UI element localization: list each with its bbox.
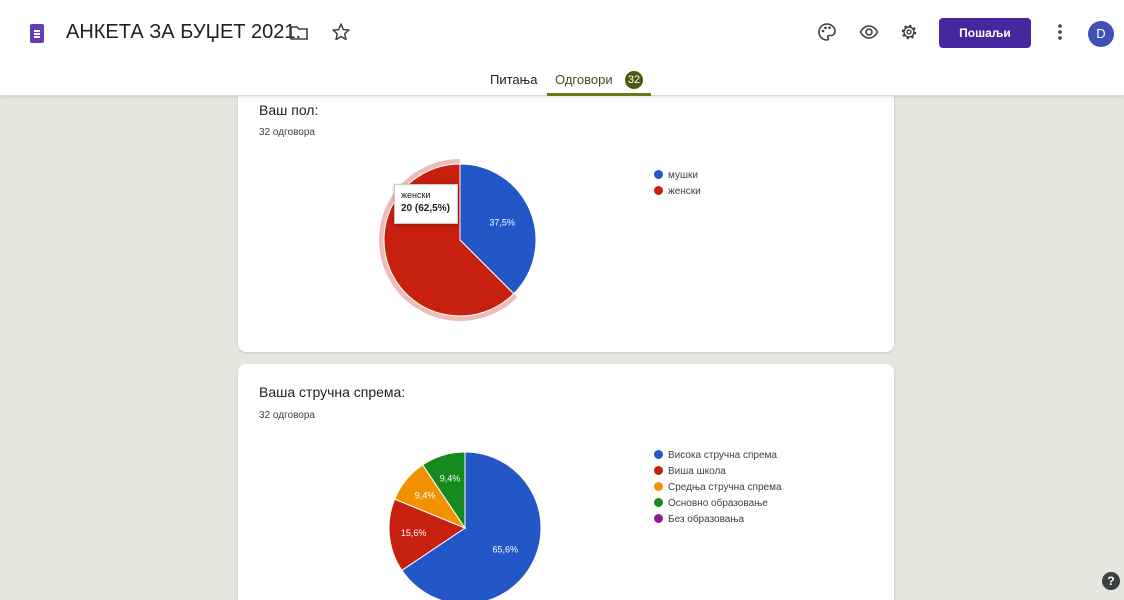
form-title[interactable]: АНКЕТА ЗА БУЏЕТ 2021. (66, 21, 301, 44)
account-avatar[interactable]: D (1088, 21, 1114, 47)
folder-icon[interactable] (290, 26, 308, 40)
help-icon[interactable]: ? (1102, 572, 1120, 590)
tab-responses-label: Одговори (555, 72, 613, 87)
tooltip-value: 20 (62,5%) (401, 203, 450, 214)
question-card-education: Ваша стручна спрема: 32 одговора 65,6% 15… (238, 364, 894, 600)
app-header: АНКЕТА ЗА БУЏЕТ 2021. Пошаљи D Питања Од… (0, 0, 1124, 96)
tab-questions[interactable]: Питања (490, 64, 537, 96)
education-pie-chart[interactable]: 65,6% 15,6% 9,4% 9,4% (383, 446, 553, 600)
legend-swatch (654, 170, 663, 179)
question-title: Ваш пол: (259, 102, 319, 118)
legend-item: женски (654, 186, 701, 202)
legend-swatch (654, 498, 663, 507)
legend-swatch (654, 186, 663, 195)
legend-swatch (654, 466, 663, 475)
legend-label: Без образовања (668, 514, 745, 525)
legend-swatch (654, 514, 663, 523)
pie-value-label: 37,5% (489, 218, 515, 228)
response-count: 32 одговора (259, 127, 315, 138)
palette-icon[interactable] (817, 22, 837, 42)
legend-label: Висока стручна спрема (668, 450, 777, 461)
pie-value-label: 65,6% (492, 544, 518, 554)
legend-item: Средња стручна спрема (654, 482, 782, 498)
legend-item: Основно образовање (654, 498, 782, 514)
settings-gear-icon[interactable] (899, 22, 919, 42)
send-button[interactable]: Пошаљи (939, 18, 1031, 48)
legend-item: мушки (654, 170, 701, 186)
tooltip-label: женски (401, 190, 431, 200)
pie-value-label: 9,4% (440, 474, 461, 484)
chart-tooltip: женски 20 (62,5%) (394, 184, 458, 224)
responses-count-badge: 32 (625, 71, 643, 89)
legend-item: Виша школа (654, 466, 782, 482)
pie-value-label: 9,4% (415, 490, 436, 500)
legend-item: Висока стручна спрема (654, 450, 782, 466)
top-bar: АНКЕТА ЗА БУЏЕТ 2021. Пошаљи D (0, 0, 1124, 64)
legend-label: мушки (668, 170, 698, 181)
tab-responses[interactable]: Одговори 32 (547, 64, 651, 96)
legend-swatch (654, 450, 663, 459)
legend-label: Виша школа (668, 466, 726, 477)
question-card-gender: Ваш пол: 32 одговора 37,5% мушки женски ж… (238, 84, 894, 352)
legend-label: женски (668, 186, 701, 197)
star-icon[interactable] (331, 22, 351, 42)
preview-eye-icon[interactable] (859, 22, 879, 42)
response-count: 32 одговора (259, 410, 315, 421)
education-chart-legend: Висока стручна спрема Виша школа Средња ст… (654, 450, 782, 530)
more-options-icon[interactable] (1052, 22, 1068, 42)
legend-label: Основно образовање (668, 498, 768, 509)
question-title: Ваша стручна спрема: (259, 384, 406, 400)
gender-chart-legend: мушки женски (654, 170, 701, 202)
legend-label: Средња стручна спрема (668, 482, 782, 493)
google-forms-icon[interactable] (30, 24, 44, 43)
legend-item: Без образовања (654, 514, 782, 530)
pie-value-label: 15,6% (401, 528, 427, 538)
legend-swatch (654, 482, 663, 491)
